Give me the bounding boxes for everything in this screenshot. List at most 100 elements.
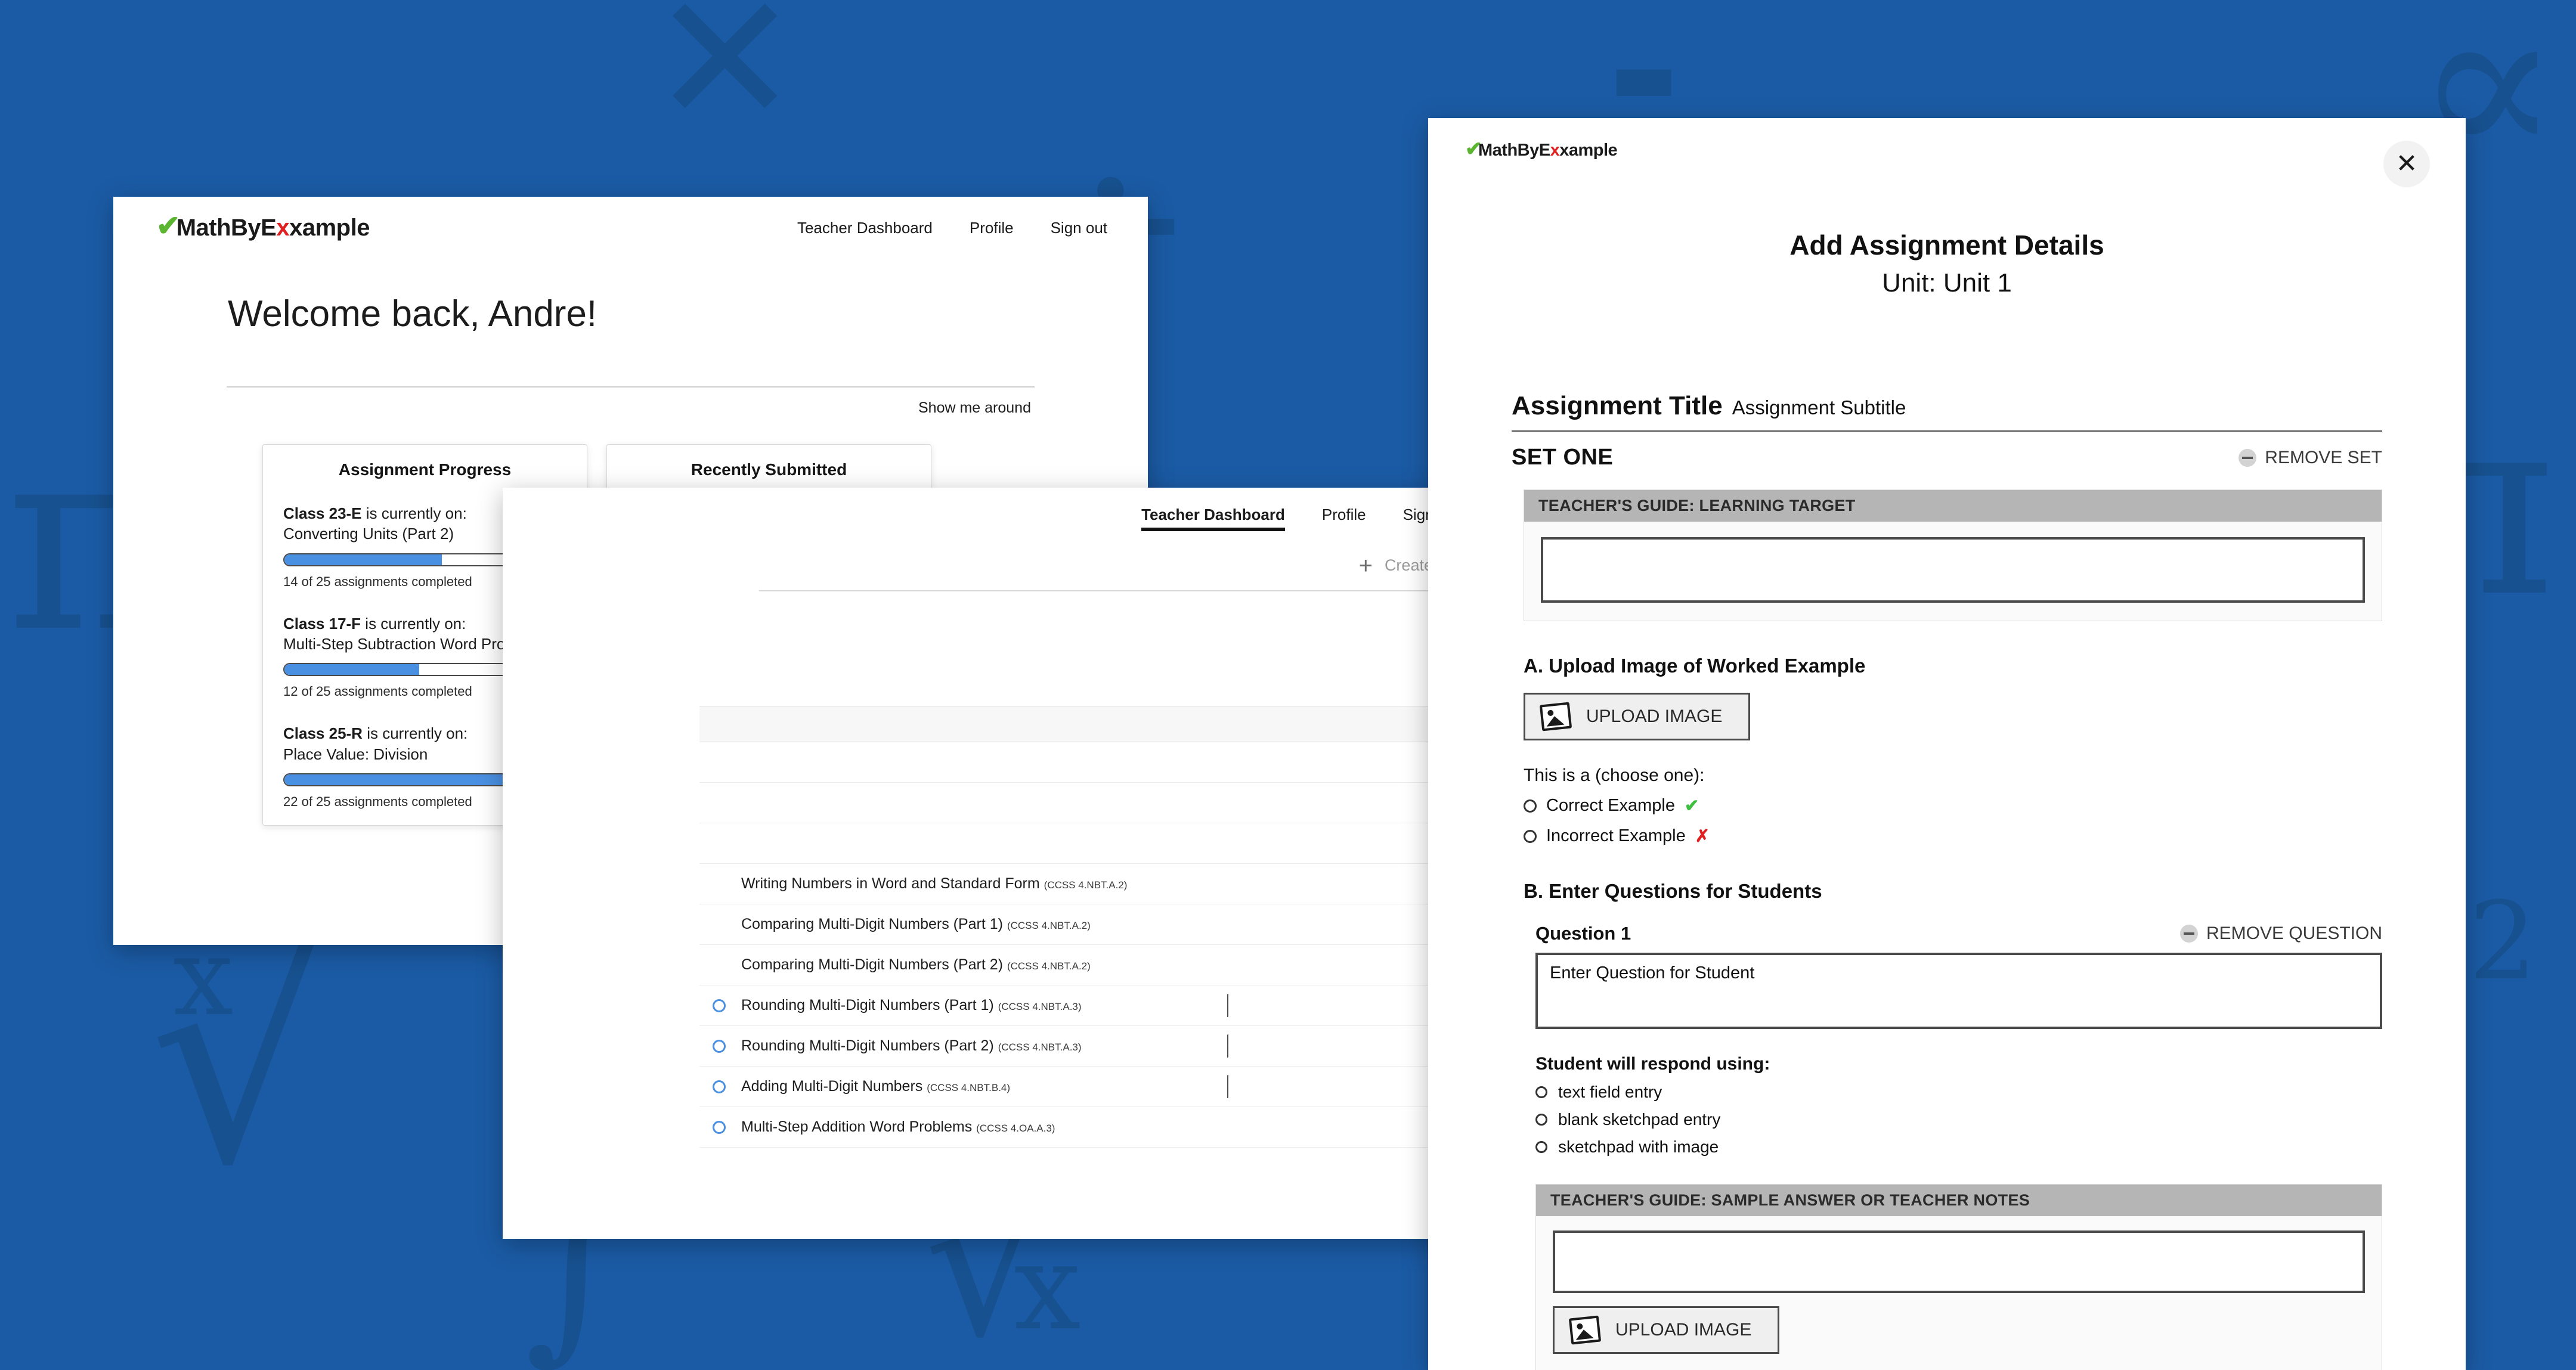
question-label: Question 1 — [1535, 923, 1631, 944]
lesson-standard: (CCSS 4.NBT.A.2) — [1007, 960, 1091, 972]
lesson-select-radio[interactable] — [713, 1039, 726, 1053]
radio-icon[interactable] — [1535, 1141, 1547, 1153]
sample-upload-image-label: UPLOAD IMAGE — [1615, 1320, 1752, 1340]
lesson-select-radio[interactable] — [713, 1120, 726, 1134]
lesson-table-body: Writing Numbers in Word and Standard For… — [699, 742, 1482, 1148]
table-row[interactable]: Comparing Multi-Digit Numbers (Part 2) (… — [699, 945, 1482, 985]
table-row[interactable] — [699, 823, 1482, 864]
add-assignment-details-modal: ✔ MathByExxample ✕ Add Assignment Detail… — [1428, 118, 2466, 1370]
respond-option-label: text field entry — [1558, 1083, 1662, 1101]
table-row[interactable]: Writing Numbers in Word and Standard For… — [699, 864, 1482, 904]
radio-icon[interactable] — [1524, 829, 1537, 843]
lesson-standard: (CCSS 4.NBT.A.2) — [1007, 920, 1091, 931]
section-b-heading: B. Enter Questions for Students — [1524, 880, 1822, 902]
nav-teacher-dashboard[interactable]: Teacher Dashboard — [797, 219, 933, 237]
table-row[interactable]: Comparing Multi-Digit Numbers (Part 1) (… — [699, 904, 1482, 945]
logo-text: MathByExxample — [1478, 141, 1618, 160]
modal-header: ✔ MathByExxample ✕ — [1428, 118, 2466, 187]
nav-teacher-dashboard[interactable]: Teacher Dashboard — [1141, 506, 1285, 531]
lesson-standard: (CCSS 4.NBT.A.2) — [1044, 879, 1128, 891]
lesson-progress — [1227, 993, 1417, 1017]
progress-class-name: Class 17-F — [283, 614, 361, 633]
progress-bar — [1227, 1074, 1228, 1098]
progress-class-name: Class 25-R — [283, 724, 363, 743]
logo-mathbyexample[interactable]: ✔ MathByExxample — [1465, 139, 1618, 160]
teacher-dashboard-window: Teacher Dashboard Profile Sign out + Cre… — [503, 488, 1537, 1239]
progress-bar — [1227, 1034, 1228, 1058]
respond-option-label: sketchpad with image — [1558, 1137, 1719, 1156]
lesson-title: Rounding Multi-Digit Numbers (Part 1) — [741, 997, 994, 1013]
learning-target-box: TEACHER'S GUIDE: LEARNING TARGET — [1524, 489, 2382, 621]
lesson-name: Rounding Multi-Digit Numbers (Part 2) (C… — [741, 1037, 1227, 1055]
logo-text: MathByExxample — [176, 215, 370, 241]
progress-class-suffix: is currently on: — [362, 724, 468, 743]
nav-sign-out[interactable]: Sign out — [1051, 219, 1107, 237]
table-row[interactable] — [699, 783, 1482, 823]
lesson-title: Adding Multi-Digit Numbers — [741, 1078, 923, 1095]
show-me-around-link[interactable]: Show me around — [113, 399, 1031, 417]
table-row[interactable] — [699, 742, 1482, 783]
nav-profile[interactable]: Profile — [1322, 506, 1366, 531]
respond-option-text-field[interactable]: text field entry — [1535, 1083, 2466, 1102]
assignment-title[interactable]: Assignment Title — [1512, 391, 1723, 421]
table-row[interactable]: Rounding Multi-Digit Numbers (Part 2) (C… — [699, 1026, 1482, 1067]
respond-option-sketchpad-with-image[interactable]: sketchpad with image — [1535, 1137, 2466, 1157]
lesson-name: Multi-Step Addition Word Problems (CCSS … — [741, 1118, 1227, 1136]
progress-bar-fill — [284, 554, 442, 565]
radio-icon[interactable] — [1535, 1114, 1547, 1126]
table-row[interactable]: Multi-Step Addition Word Problems (CCSS … — [699, 1107, 1482, 1148]
green-check-icon: ✔ — [1684, 796, 1699, 816]
lesson-table: Writing Numbers in Word and Standard For… — [699, 706, 1482, 1148]
choose-one-label: This is a (choose one): — [1524, 765, 1705, 785]
progress-bar-fill — [284, 774, 532, 785]
list-header: Teacher Dashboard Profile Sign out — [503, 488, 1537, 531]
choice-correct-example[interactable]: Correct Example ✔ — [1524, 795, 2466, 816]
learning-target-input[interactable] — [1541, 537, 2365, 603]
lesson-select-radio[interactable] — [713, 1080, 726, 1093]
choice-correct-label: Correct Example — [1546, 796, 1675, 815]
recently-submitted-title: Recently Submitted — [691, 460, 847, 479]
background-math-symbol: x — [1014, 1218, 1081, 1357]
question-block: Question 1 REMOVE QUESTION Enter Questio… — [1535, 923, 2382, 1029]
lesson-name: Writing Numbers in Word and Standard For… — [741, 875, 1227, 892]
set-name: SET ONE — [1512, 445, 1614, 470]
radio-icon[interactable] — [1524, 799, 1537, 813]
modal-subtitle: Unit: Unit 1 — [1882, 268, 2012, 297]
lesson-standard: (CCSS 4.OA.A.3) — [976, 1123, 1055, 1134]
red-x-icon: x — [276, 215, 290, 241]
respond-option-label: blank sketchpad entry — [1558, 1110, 1721, 1129]
lesson-standard: (CCSS 4.NBT.B.4) — [927, 1082, 1011, 1093]
question-header: Question 1 REMOVE QUESTION — [1535, 923, 2382, 944]
close-icon[interactable]: ✕ — [2383, 141, 2430, 187]
lesson-standard: (CCSS 4.NBT.A.3) — [998, 1001, 1082, 1012]
learning-target-header: TEACHER'S GUIDE: LEARNING TARGET — [1524, 490, 2382, 522]
remove-set-button[interactable]: REMOVE SET — [2238, 448, 2382, 468]
radio-icon[interactable] — [1535, 1086, 1547, 1098]
logo-mathbyexample[interactable]: ✔ MathByExxample — [156, 212, 370, 241]
choice-incorrect-label: Incorrect Example — [1546, 826, 1686, 845]
question-input[interactable]: Enter Question for Student — [1535, 953, 2382, 1029]
sample-answer-input[interactable] — [1553, 1230, 2365, 1293]
table-row[interactable]: Adding Multi-Digit Numbers (CCSS 4.NBT.B… — [699, 1067, 1482, 1107]
section-a-heading: A. Upload Image of Worked Example — [1524, 655, 1866, 677]
lesson-select-radio[interactable] — [713, 999, 726, 1012]
set-header-row: SET ONE REMOVE SET — [1512, 445, 2382, 470]
sample-upload-image-button[interactable]: UPLOAD IMAGE — [1553, 1306, 1779, 1354]
progress-class-name: Class 23-E — [283, 504, 362, 522]
image-icon — [1568, 1315, 1602, 1345]
plus-icon: + — [1358, 552, 1373, 579]
nav-profile[interactable]: Profile — [970, 219, 1014, 237]
create-class-row: + Create Class — [503, 531, 1537, 579]
assignment-title-row: Assignment Title Assignment Subtitle — [1512, 391, 2382, 432]
lesson-title: Writing Numbers in Word and Standard For… — [741, 875, 1040, 892]
choice-incorrect-example[interactable]: Incorrect Example ✗ — [1524, 826, 2466, 847]
lesson-title: Comparing Multi-Digit Numbers (Part 1) — [741, 916, 1004, 932]
remove-question-button[interactable]: REMOVE QUESTION — [2179, 923, 2382, 944]
lesson-title: Comparing Multi-Digit Numbers (Part 2) — [741, 956, 1004, 973]
assignment-subtitle[interactable]: Assignment Subtitle — [1732, 396, 1906, 419]
table-row[interactable]: Rounding Multi-Digit Numbers (Part 1) (C… — [699, 985, 1482, 1026]
respond-option-blank-sketchpad[interactable]: blank sketchpad entry — [1535, 1110, 2466, 1129]
sample-answer-box: TEACHER'S GUIDE: SAMPLE ANSWER OR TEACHE… — [1535, 1184, 2382, 1370]
progress-bar-fill — [284, 664, 420, 675]
upload-image-button[interactable]: UPLOAD IMAGE — [1524, 693, 1750, 740]
